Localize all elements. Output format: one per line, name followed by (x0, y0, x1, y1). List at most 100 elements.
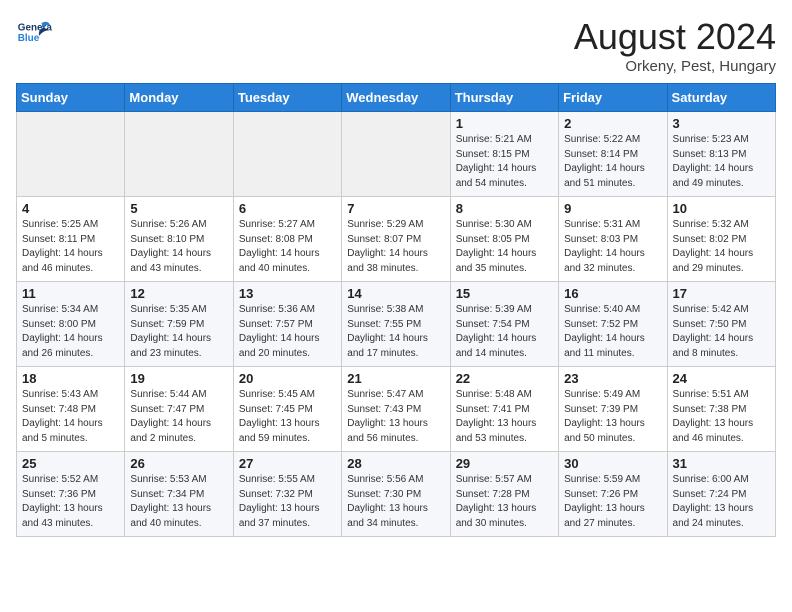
day-number: 14 (347, 286, 444, 301)
day-number: 4 (22, 201, 119, 216)
day-number: 7 (347, 201, 444, 216)
day-info: Sunrise: 5:52 AMSunset: 7:36 PMDaylight:… (22, 473, 119, 531)
weekday-header-monday: Monday (125, 84, 233, 112)
calendar-cell: 1 Sunrise: 5:21 AMSunset: 8:15 PMDaylight… (450, 112, 558, 197)
day-number: 16 (564, 286, 661, 301)
calendar-cell: 8 Sunrise: 5:30 AMSunset: 8:05 PMDaylight… (450, 197, 558, 282)
day-info: Sunrise: 5:22 AMSunset: 8:14 PMDaylight:… (564, 133, 661, 191)
day-info: Sunrise: 5:51 AMSunset: 7:38 PMDaylight:… (673, 388, 770, 446)
day-number: 15 (456, 286, 553, 301)
day-info: Sunrise: 5:25 AMSunset: 8:11 PMDaylight:… (22, 218, 119, 276)
calendar-cell: 21Sunrise: 5:47 AMSunset: 7:43 PMDayligh… (342, 367, 450, 452)
day-number: 25 (22, 456, 119, 471)
weekday-header-wednesday: Wednesday (342, 84, 450, 112)
day-number: 2 (564, 116, 661, 131)
day-info: Sunrise: 5:45 AMSunset: 7:45 PMDaylight:… (239, 388, 336, 446)
calendar-cell: 9 Sunrise: 5:31 AMSunset: 8:03 PMDaylight… (559, 197, 667, 282)
calendar-cell: 19 Sunrise: 5:44 AMSunset: 7:47 PMDayligh… (125, 367, 233, 452)
day-number: 1 (456, 116, 553, 131)
day-info: Sunrise: 5:47 AMSunset: 7:43 PMDaylight:… (347, 388, 444, 446)
week-row-2: 4 Sunrise: 5:25 AMSunset: 8:11 PMDaylight… (17, 197, 776, 282)
calendar-cell: 3Sunrise: 5:23 AMSunset: 8:13 PMDaylight… (667, 112, 775, 197)
day-info: Sunrise: 6:00 AMSunset: 7:24 PMDaylight:… (673, 473, 770, 531)
day-info: Sunrise: 5:44 AMSunset: 7:47 PMDaylight:… (130, 388, 227, 446)
day-number: 9 (564, 201, 661, 216)
day-info: Sunrise: 5:26 AMSunset: 8:10 PMDaylight:… (130, 218, 227, 276)
calendar-cell: 27 Sunrise: 5:55 AMSunset: 7:32 PMDayligh… (233, 452, 341, 537)
day-info: Sunrise: 5:57 AMSunset: 7:28 PMDaylight:… (456, 473, 553, 531)
day-info: Sunrise: 5:34 AMSunset: 8:00 PMDaylight:… (22, 303, 119, 361)
day-info: Sunrise: 5:35 AMSunset: 7:59 PMDaylight:… (130, 303, 227, 361)
weekday-header-thursday: Thursday (450, 84, 558, 112)
day-number: 6 (239, 201, 336, 216)
logo: General Blue (16, 16, 52, 52)
day-number: 26 (130, 456, 227, 471)
day-info: Sunrise: 5:55 AMSunset: 7:32 PMDaylight:… (239, 473, 336, 531)
day-number: 29 (456, 456, 553, 471)
week-row-5: 25 Sunrise: 5:52 AMSunset: 7:36 PMDayligh… (17, 452, 776, 537)
calendar-cell: 6 Sunrise: 5:27 AMSunset: 8:08 PMDaylight… (233, 197, 341, 282)
calendar-cell: 26Sunrise: 5:53 AMSunset: 7:34 PMDayligh… (125, 452, 233, 537)
week-row-1: 1 Sunrise: 5:21 AMSunset: 8:15 PMDaylight… (17, 112, 776, 197)
day-info: Sunrise: 5:56 AMSunset: 7:30 PMDaylight:… (347, 473, 444, 531)
day-number: 27 (239, 456, 336, 471)
day-info: Sunrise: 5:30 AMSunset: 8:05 PMDaylight:… (456, 218, 553, 276)
weekday-header-sunday: Sunday (17, 84, 125, 112)
day-number: 11 (22, 286, 119, 301)
day-info: Sunrise: 5:39 AMSunset: 7:54 PMDaylight:… (456, 303, 553, 361)
day-number: 24 (673, 371, 770, 386)
page-header: General Blue August 2024 Orkeny, Pest, H… (16, 16, 776, 75)
week-row-4: 18 Sunrise: 5:43 AMSunset: 7:48 PMDayligh… (17, 367, 776, 452)
logo-icon: General Blue (16, 16, 52, 52)
day-number: 30 (564, 456, 661, 471)
day-number: 8 (456, 201, 553, 216)
day-number: 12 (130, 286, 227, 301)
day-number: 20 (239, 371, 336, 386)
day-number: 22 (456, 371, 553, 386)
day-info: Sunrise: 5:31 AMSunset: 8:03 PMDaylight:… (564, 218, 661, 276)
calendar-cell: 24 Sunrise: 5:51 AMSunset: 7:38 PMDayligh… (667, 367, 775, 452)
day-number: 28 (347, 456, 444, 471)
calendar-cell: 16Sunrise: 5:40 AMSunset: 7:52 PMDayligh… (559, 282, 667, 367)
calendar-cell (17, 112, 125, 197)
day-number: 18 (22, 371, 119, 386)
day-info: Sunrise: 5:42 AMSunset: 7:50 PMDaylight:… (673, 303, 770, 361)
calendar-cell: 14Sunrise: 5:38 AMSunset: 7:55 PMDayligh… (342, 282, 450, 367)
day-info: Sunrise: 5:36 AMSunset: 7:57 PMDaylight:… (239, 303, 336, 361)
day-number: 19 (130, 371, 227, 386)
svg-text:Blue: Blue (18, 33, 40, 44)
day-number: 23 (564, 371, 661, 386)
calendar-table: SundayMondayTuesdayWednesdayThursdayFrid… (16, 83, 776, 537)
day-number: 10 (673, 201, 770, 216)
day-number: 3 (673, 116, 770, 131)
calendar-cell: 25 Sunrise: 5:52 AMSunset: 7:36 PMDayligh… (17, 452, 125, 537)
header-row: SundayMondayTuesdayWednesdayThursdayFrid… (17, 84, 776, 112)
day-number: 17 (673, 286, 770, 301)
weekday-header-tuesday: Tuesday (233, 84, 341, 112)
day-info: Sunrise: 5:29 AMSunset: 8:07 PMDaylight:… (347, 218, 444, 276)
month-title: August 2024 (574, 16, 776, 58)
calendar-cell (125, 112, 233, 197)
calendar-cell: 2 Sunrise: 5:22 AMSunset: 8:14 PMDaylight… (559, 112, 667, 197)
calendar-cell: 22 Sunrise: 5:48 AMSunset: 7:41 PMDayligh… (450, 367, 558, 452)
week-row-3: 11 Sunrise: 5:34 AMSunset: 8:00 PMDayligh… (17, 282, 776, 367)
calendar-cell: 29 Sunrise: 5:57 AMSunset: 7:28 PMDayligh… (450, 452, 558, 537)
calendar-cell: 13Sunrise: 5:36 AMSunset: 7:57 PMDayligh… (233, 282, 341, 367)
day-number: 5 (130, 201, 227, 216)
day-info: Sunrise: 5:43 AMSunset: 7:48 PMDaylight:… (22, 388, 119, 446)
calendar-cell: 17 Sunrise: 5:42 AMSunset: 7:50 PMDayligh… (667, 282, 775, 367)
day-info: Sunrise: 5:59 AMSunset: 7:26 PMDaylight:… (564, 473, 661, 531)
title-block: August 2024 Orkeny, Pest, Hungary (574, 16, 776, 75)
weekday-header-friday: Friday (559, 84, 667, 112)
location-subtitle: Orkeny, Pest, Hungary (574, 58, 776, 75)
calendar-cell: 28 Sunrise: 5:56 AMSunset: 7:30 PMDayligh… (342, 452, 450, 537)
calendar-cell: 7 Sunrise: 5:29 AMSunset: 8:07 PMDaylight… (342, 197, 450, 282)
calendar-cell: 10 Sunrise: 5:32 AMSunset: 8:02 PMDayligh… (667, 197, 775, 282)
calendar-cell: 5 Sunrise: 5:26 AMSunset: 8:10 PMDaylight… (125, 197, 233, 282)
day-info: Sunrise: 5:48 AMSunset: 7:41 PMDaylight:… (456, 388, 553, 446)
calendar-cell: 12 Sunrise: 5:35 AMSunset: 7:59 PMDayligh… (125, 282, 233, 367)
day-info: Sunrise: 5:32 AMSunset: 8:02 PMDaylight:… (673, 218, 770, 276)
day-info: Sunrise: 5:27 AMSunset: 8:08 PMDaylight:… (239, 218, 336, 276)
day-info: Sunrise: 5:21 AMSunset: 8:15 PMDaylight:… (456, 133, 553, 191)
calendar-cell: 4 Sunrise: 5:25 AMSunset: 8:11 PMDaylight… (17, 197, 125, 282)
